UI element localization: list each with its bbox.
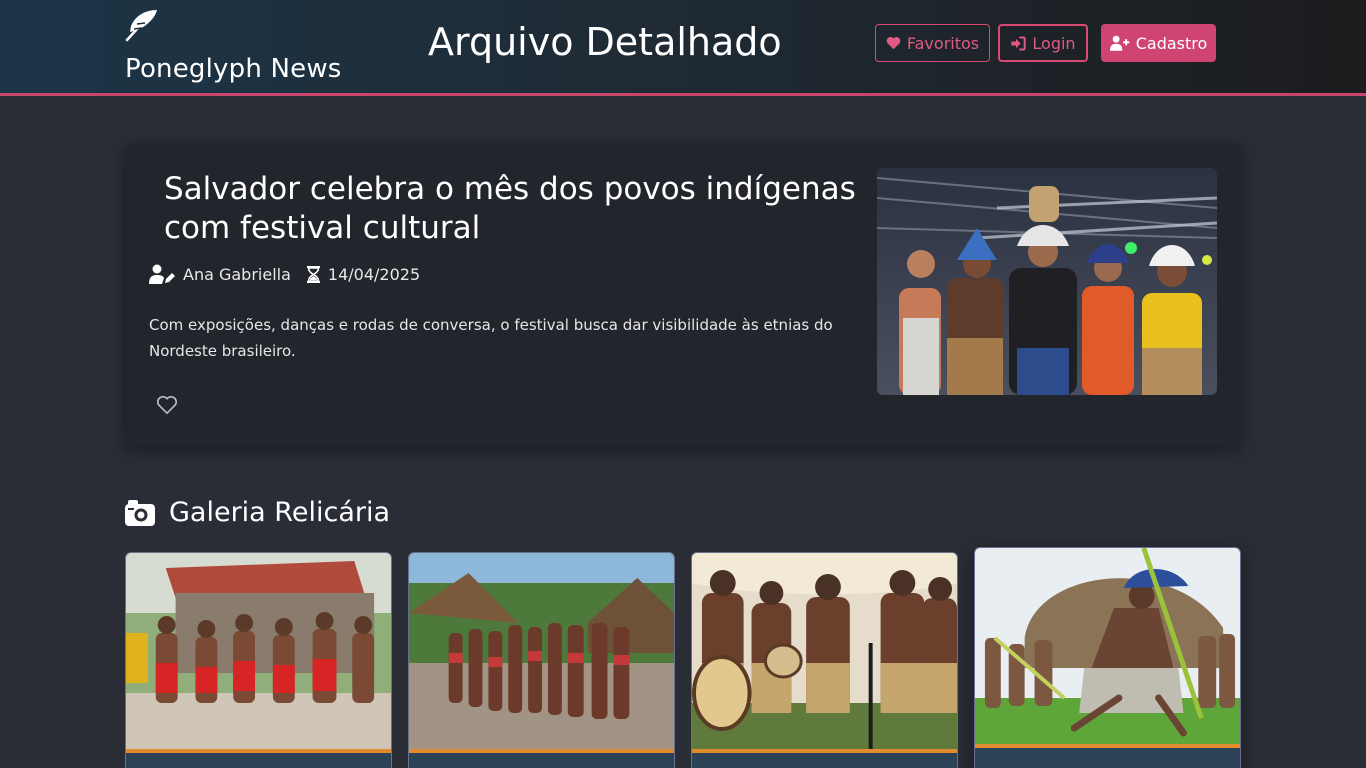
article-summary: Com exposições, danças e rodas de conver… [149, 316, 833, 360]
gallery-title: Galeria Relicária [169, 497, 391, 528]
gallery-accent-bar [409, 749, 674, 753]
gallery-item[interactable] [974, 547, 1241, 768]
gallery-photo [975, 548, 1240, 744]
feather-icon [125, 10, 157, 42]
article-meta: Ana Gabriella 14/04/2025 [149, 264, 436, 284]
user-plus-icon [1109, 35, 1129, 51]
heart-outline-icon[interactable] [156, 395, 178, 415]
gallery-photo [126, 553, 391, 749]
gallery-heading: Galeria Relicária [125, 497, 390, 528]
gallery-accent-bar [692, 749, 957, 753]
signup-button[interactable]: Cadastro [1101, 24, 1216, 62]
gallery-item[interactable] [691, 552, 958, 768]
favorites-label: Favoritos [906, 33, 980, 53]
signup-label: Cadastro [1135, 33, 1208, 53]
date-info: 14/04/2025 [306, 264, 421, 284]
login-icon [1011, 36, 1027, 50]
article-headline[interactable]: Salvador celebra o mês dos povos indígen… [164, 170, 864, 248]
author-info: Ana Gabriella [149, 264, 291, 284]
heart-icon [886, 36, 901, 50]
login-button[interactable]: Login [998, 24, 1088, 62]
page-title: Arquivo Detalhado [428, 20, 782, 64]
article-date: 14/04/2025 [327, 264, 421, 284]
login-label: Login [1032, 33, 1076, 53]
user-pen-icon [149, 264, 175, 284]
gallery-photo [692, 553, 957, 749]
hourglass-icon [306, 265, 320, 283]
gallery-accent-bar [126, 749, 391, 753]
gallery-accent-bar [975, 744, 1240, 748]
gallery-item[interactable] [408, 552, 675, 768]
favorites-button[interactable]: Favoritos [875, 24, 990, 62]
gallery-photo [409, 553, 674, 749]
camera-icon [125, 499, 155, 526]
site-header: Poneglyph News Arquivo Detalhado Favorit… [0, 0, 1366, 96]
gallery-item[interactable] [125, 552, 392, 768]
article-card: Salvador celebra o mês dos povos indígen… [125, 144, 1241, 446]
brand-name: Poneglyph News [125, 54, 342, 84]
article-hero-image [877, 168, 1217, 395]
author-name: Ana Gabriella [183, 264, 291, 284]
